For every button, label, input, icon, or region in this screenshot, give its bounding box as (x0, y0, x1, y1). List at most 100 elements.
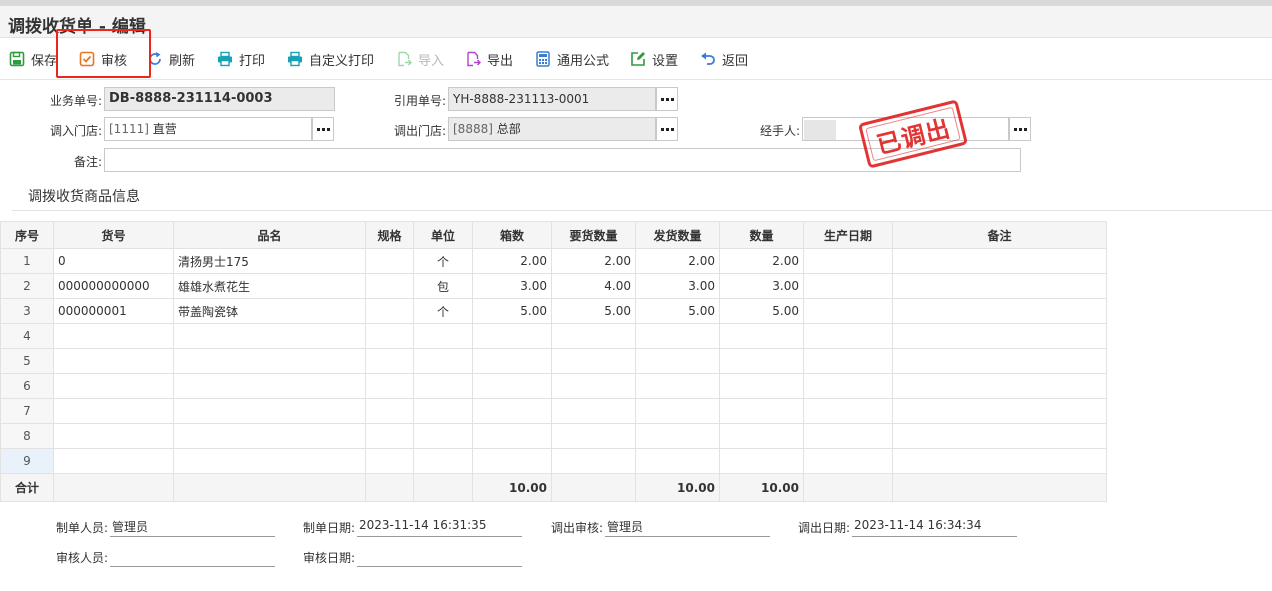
table-row[interactable]: 7 (0, 398, 1107, 424)
col-header[interactable]: 生产日期 (803, 221, 893, 249)
table-row[interactable]: 6 (0, 373, 1107, 399)
formula-button[interactable]: 通用公式 (535, 49, 609, 69)
custom-print-button[interactable]: 自定义打印 (287, 49, 374, 69)
doc-no-label: 业务单号: (49, 94, 102, 108)
in-store-lookup-button[interactable] (312, 117, 334, 141)
cell-unit[interactable]: 个 (413, 298, 473, 324)
cell-ship-qty[interactable]: 3.00 (635, 273, 720, 299)
table-row[interactable]: 5 (0, 348, 1107, 374)
handler-placeholder-block (804, 119, 836, 140)
cell-req-qty[interactable]: 5.00 (551, 298, 636, 324)
items-table: 序号 货号 品名 规格 单位 箱数 要货数量 发货数量 数量 生产日期 备注 1… (0, 221, 1107, 502)
in-store-field[interactable]: [1111] 直营 (104, 117, 312, 141)
total-qty: 10.00 (719, 473, 804, 502)
row-index: 9 (0, 448, 54, 474)
auditor-label: 审核人员: (56, 551, 109, 565)
audit-highlight-box (56, 29, 151, 78)
out-store-lookup-button[interactable] (656, 117, 678, 141)
cell-ship-qty[interactable]: 5.00 (635, 298, 720, 324)
cell-qty[interactable]: 3.00 (719, 273, 804, 299)
table-row[interactable]: 1 0 清扬男士175 个 2.00 2.00 2.00 2.00 (0, 248, 1107, 274)
cell-spec[interactable] (365, 248, 414, 274)
cell-req-qty[interactable]: 4.00 (551, 273, 636, 299)
cell-prod-date[interactable] (803, 248, 893, 274)
table-row[interactable]: 9 (0, 448, 1107, 474)
table-total-row: 合计 10.00 10.00 10.00 (0, 473, 1107, 502)
cell-name[interactable]: 雄雄水煮花生 (173, 273, 366, 299)
cell-qty[interactable]: 5.00 (719, 298, 804, 324)
table-row[interactable]: 3 000000001 带盖陶瓷钵 个 5.00 5.00 5.00 5.00 (0, 298, 1107, 324)
save-label: 保存 (31, 53, 58, 69)
cell-code[interactable]: 0 (53, 248, 174, 274)
col-header[interactable]: 单位 (413, 221, 473, 249)
settings-button[interactable]: 设置 (630, 49, 678, 69)
cell-spec[interactable] (365, 298, 414, 324)
table-row[interactable]: 8 (0, 423, 1107, 449)
col-header[interactable]: 规格 (365, 221, 414, 249)
cell-remark[interactable] (892, 273, 1107, 299)
cell-qty[interactable]: 2.00 (719, 248, 804, 274)
make-date-value: 2023-11-14 16:31:35 (357, 518, 522, 537)
in-store-code: [1111] (109, 122, 149, 136)
print-label: 打印 (239, 53, 266, 69)
remark-label: 备注: (73, 155, 102, 169)
col-header[interactable]: 数量 (719, 221, 804, 249)
cell-boxes[interactable]: 2.00 (472, 248, 552, 274)
cell-unit[interactable]: 包 (413, 273, 473, 299)
doc-no-field: DB-8888-231114-0003 (104, 87, 335, 111)
handler-lookup-button[interactable] (1009, 117, 1031, 141)
cell-prod-date[interactable] (803, 273, 893, 299)
total-label: 合计 (0, 473, 54, 502)
cell-remark[interactable] (892, 248, 1107, 274)
import-button[interactable]: 导入 (396, 49, 444, 69)
row-index: 5 (0, 348, 54, 374)
refresh-label: 刷新 (169, 53, 196, 69)
save-button[interactable]: 保存 (9, 49, 57, 69)
maker-label: 制单人员: (56, 521, 109, 535)
cell-code[interactable]: 000000000000 (53, 273, 174, 299)
col-header[interactable]: 箱数 (472, 221, 552, 249)
section-title: 调拨收货商品信息 (28, 189, 140, 205)
cell-ship-qty[interactable]: 2.00 (635, 248, 720, 274)
col-header[interactable]: 序号 (0, 221, 54, 249)
col-header[interactable]: 货号 (53, 221, 174, 249)
col-header[interactable]: 品名 (173, 221, 366, 249)
audit-date-value (357, 548, 522, 567)
refresh-button[interactable]: 刷新 (147, 49, 195, 69)
col-header[interactable]: 备注 (892, 221, 1107, 249)
back-button[interactable]: 返回 (700, 49, 748, 69)
print-button[interactable]: 打印 (217, 49, 265, 69)
row-index: 6 (0, 373, 54, 399)
in-store-label: 调入门店: (49, 124, 102, 138)
table-row[interactable]: 2 000000000000 雄雄水煮花生 包 3.00 4.00 3.00 3… (0, 273, 1107, 299)
in-store-name: 直营 (152, 122, 177, 136)
custom-print-label: 自定义打印 (309, 53, 375, 69)
cell-name[interactable]: 清扬男士175 (173, 248, 366, 274)
section-divider (12, 210, 1272, 211)
ref-no-lookup-button[interactable] (656, 87, 678, 111)
row-index: 3 (0, 298, 54, 324)
cell-spec[interactable] (365, 273, 414, 299)
col-header[interactable]: 要货数量 (551, 221, 636, 249)
out-date-value: 2023-11-14 16:34:34 (852, 518, 1017, 537)
row-index: 7 (0, 398, 54, 424)
ref-no-label: 引用单号: (393, 94, 446, 108)
cell-prod-date[interactable] (803, 298, 893, 324)
row-index: 4 (0, 323, 54, 349)
cell-remark[interactable] (892, 298, 1107, 324)
cell-code[interactable]: 000000001 (53, 298, 174, 324)
import-label: 导入 (418, 53, 445, 69)
cell-boxes[interactable]: 3.00 (472, 273, 552, 299)
cell-req-qty[interactable]: 2.00 (551, 248, 636, 274)
back-label: 返回 (722, 53, 749, 69)
cell-boxes[interactable]: 5.00 (472, 298, 552, 324)
table-row[interactable]: 4 (0, 323, 1107, 349)
total-ship-qty: 10.00 (635, 473, 720, 502)
export-label: 导出 (487, 53, 514, 69)
out-store-name: 总部 (496, 122, 521, 136)
cell-name[interactable]: 带盖陶瓷钵 (173, 298, 366, 324)
cell-unit[interactable]: 个 (413, 248, 473, 274)
auditor-value (110, 548, 275, 567)
col-header[interactable]: 发货数量 (635, 221, 720, 249)
export-button[interactable]: 导出 (465, 49, 513, 69)
